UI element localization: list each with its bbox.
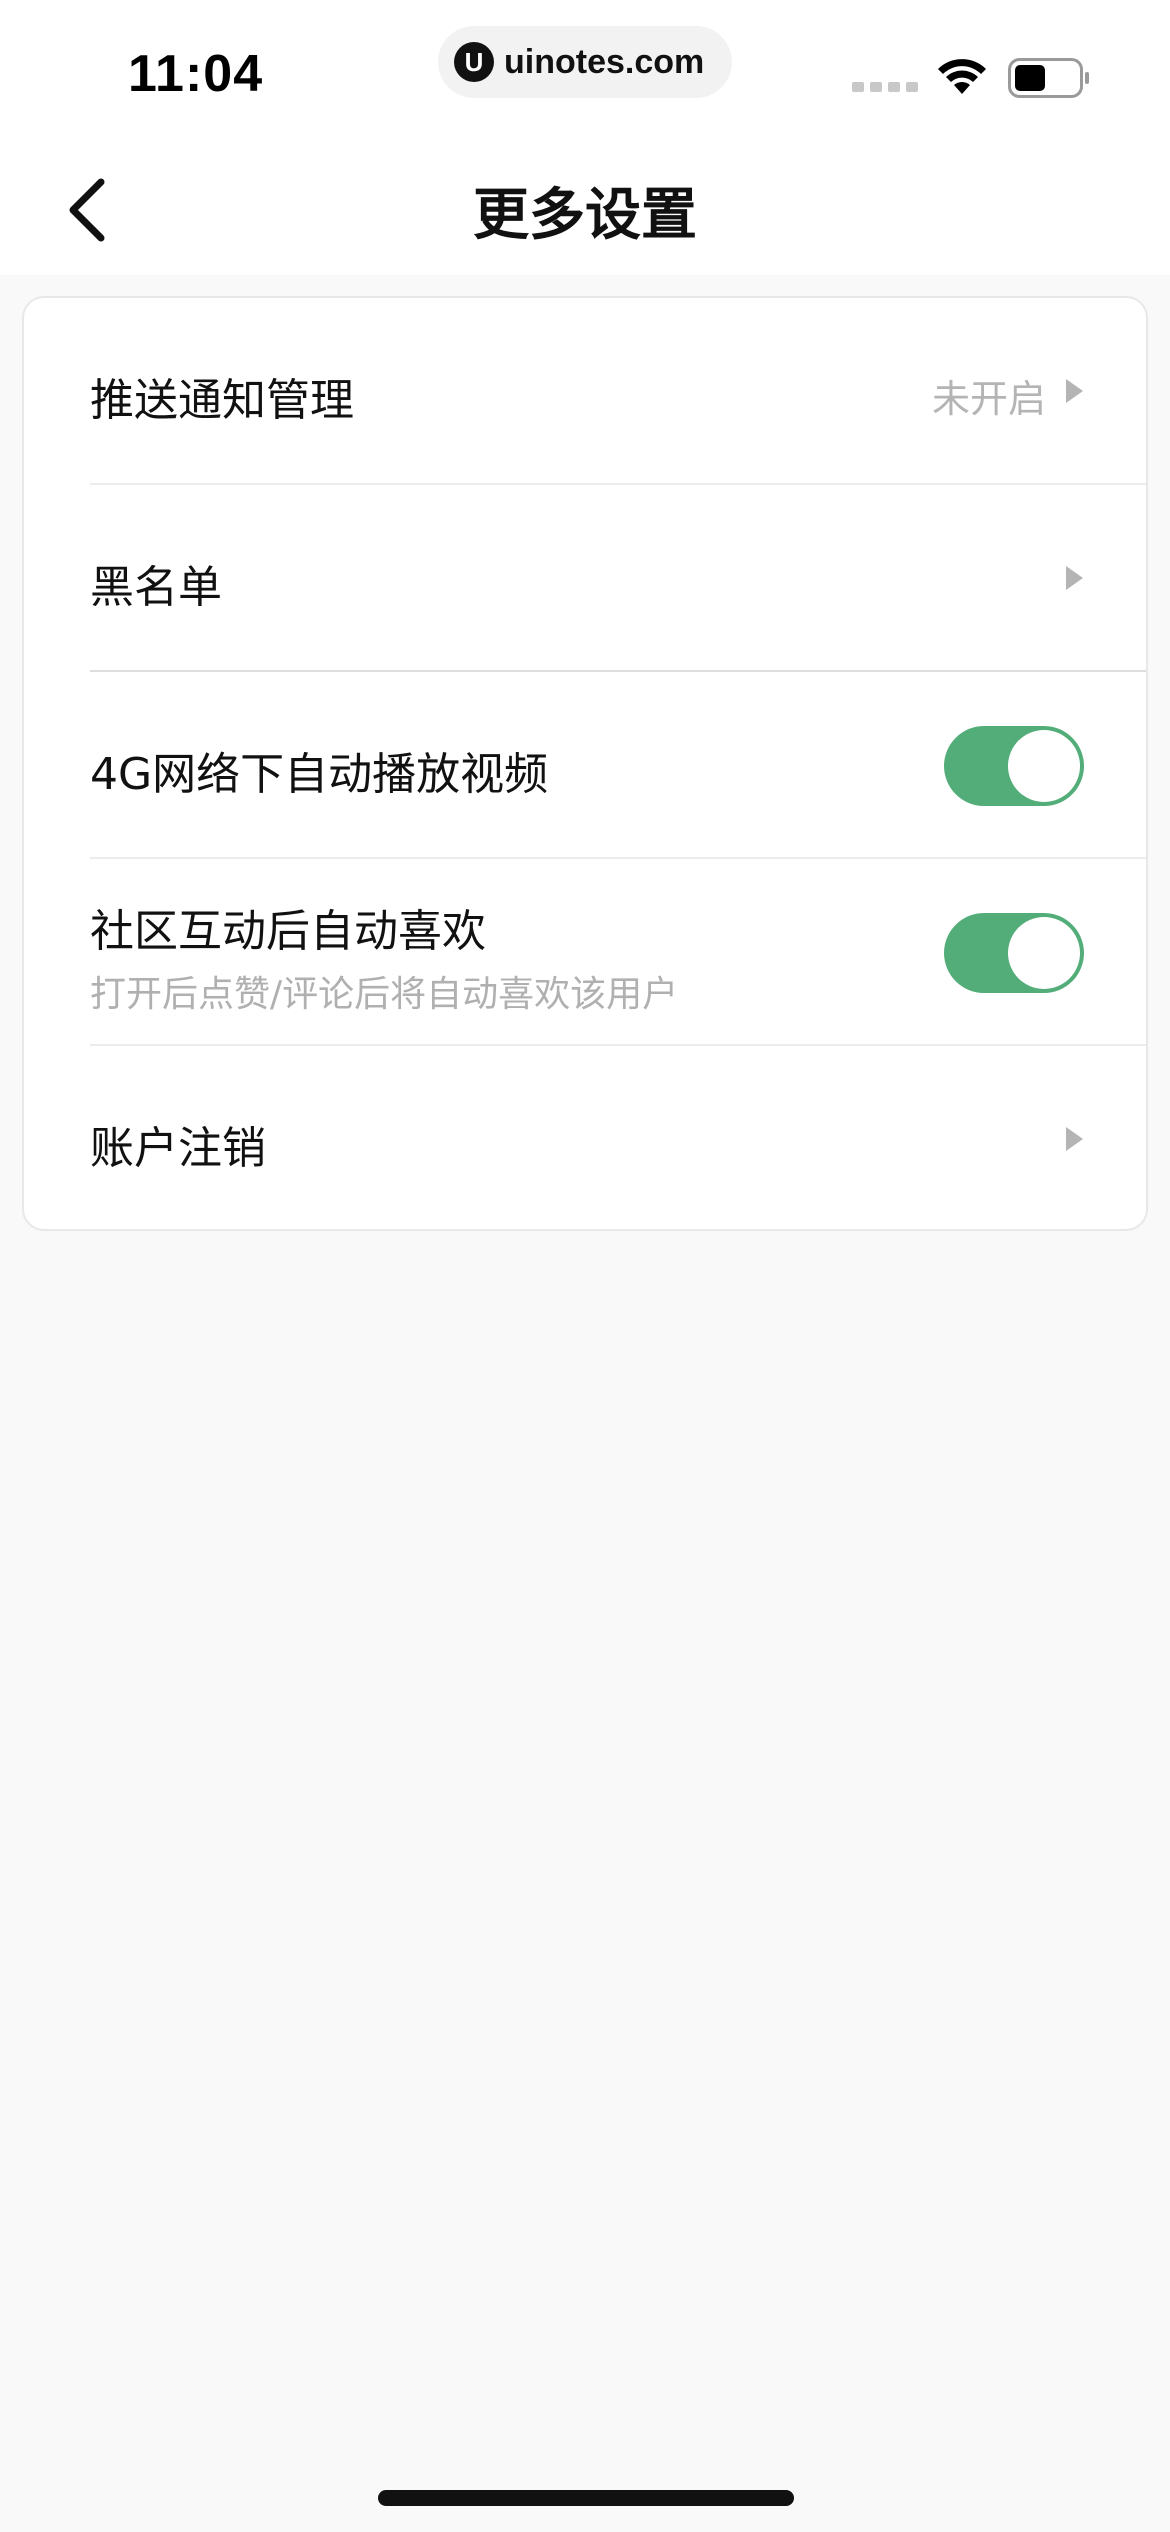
toggle-knob	[1008, 730, 1080, 802]
chevron-right-icon	[1066, 379, 1083, 403]
auto-like-description: 打开后点赞/评论后将自动喜欢该用户	[90, 974, 679, 1015]
auto-like-label: 社区互动后自动喜欢	[90, 906, 486, 957]
auto-like-row: 社区互动后自动喜欢 打开后点赞/评论后将自动喜欢该用户	[24, 859, 1146, 1046]
blacklist-label: 黑名单	[90, 562, 222, 613]
account-cancel-label: 账户注销	[90, 1123, 266, 1174]
push-notification-row[interactable]: 推送通知管理 未开启	[24, 298, 1146, 485]
toggle-knob	[1008, 917, 1080, 989]
nav-bar: 更多设置	[0, 130, 1170, 275]
blacklist-row[interactable]: 黑名单	[24, 485, 1146, 672]
autoplay-video-toggle[interactable]	[944, 726, 1084, 806]
settings-card: 推送通知管理 未开启 黑名单 4G网络下自动播放视频 社区互动后自动喜欢 打开后…	[22, 296, 1148, 1231]
battery-icon	[1008, 58, 1089, 98]
page-title: 更多设置	[473, 183, 697, 248]
site-logo-icon: U	[454, 42, 494, 82]
autoplay-video-label: 4G网络下自动播放视频	[90, 749, 549, 800]
account-cancel-row[interactable]: 账户注销	[24, 1046, 1146, 1229]
chevron-right-icon	[1066, 566, 1083, 590]
signal-icon	[852, 82, 918, 92]
status-bar: 11:04 U uinotes.com	[0, 0, 1170, 130]
home-indicator[interactable]	[378, 2490, 794, 2506]
status-time: 11:04	[128, 45, 264, 103]
auto-like-toggle[interactable]	[944, 913, 1084, 993]
push-notification-label: 推送通知管理	[90, 375, 354, 426]
autoplay-video-row: 4G网络下自动播放视频	[24, 672, 1146, 859]
more-settings-screen: 11:04 U uinotes.com 更多设置 推送通知管理 未开启 黑名单 …	[0, 0, 1170, 2532]
wifi-icon	[938, 59, 986, 94]
push-notification-status: 未开启	[931, 377, 1046, 421]
url-text: uinotes.com	[504, 42, 705, 81]
chevron-right-icon	[1066, 1127, 1083, 1151]
url-pill[interactable]: U uinotes.com	[438, 26, 732, 98]
